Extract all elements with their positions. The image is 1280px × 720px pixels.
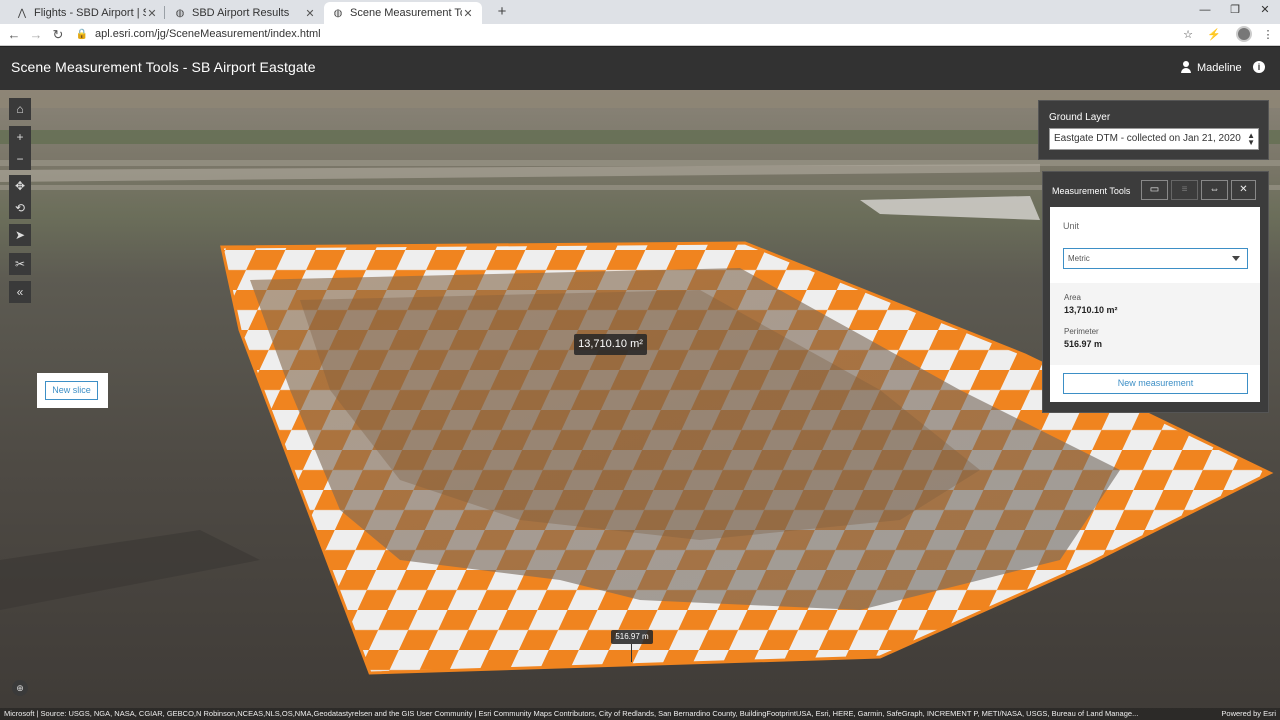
zoom-out-button[interactable]: − <box>9 148 31 170</box>
unit-value: Metric <box>1068 254 1090 263</box>
perimeter-value: 516.97 m <box>1064 339 1103 349</box>
powered-by-esri[interactable]: Powered by Esri <box>1221 708 1276 720</box>
reload-button[interactable]: ↻ <box>49 26 67 44</box>
tab-label: Flights - SBD Airport | Site Scan <box>34 7 146 19</box>
navigation-toggle-icon[interactable]: ⊕ <box>12 680 28 696</box>
area-label: 13,710.10 m² <box>574 334 647 355</box>
url-field[interactable]: apl.esri.com/jg/SceneMeasurement/index.h… <box>95 28 321 40</box>
home-button[interactable]: ⌂ <box>9 98 31 120</box>
maximize-button[interactable]: ❐ <box>1220 0 1250 22</box>
chevron-down-icon <box>1232 256 1240 261</box>
slice-tool-button[interactable]: ✂ <box>9 253 31 275</box>
measurement-tools-label: Measurement Tools <box>1052 186 1131 196</box>
select-arrows-icon: ▲ ▼ <box>1247 131 1255 147</box>
attribution: Microsoft | Source: USGS, NGA, NASA, CGI… <box>0 708 1280 720</box>
page-title: Scene Measurement Tools - SB Airport Eas… <box>11 59 316 75</box>
bookmark-star-icon[interactable]: ☆ <box>1180 27 1196 43</box>
forward-button[interactable]: → <box>27 26 45 44</box>
measurement-body: Unit Metric Area 13,710.10 m² Perimeter … <box>1050 207 1260 402</box>
collapse-icon[interactable]: « <box>9 281 31 303</box>
slice-popup: New slice <box>37 373 108 408</box>
browser-tab-bar: ⋀ Flights - SBD Airport | Site Scan ✕ ◍ … <box>0 0 1280 24</box>
area-key: Area <box>1064 293 1081 302</box>
direct-line-button[interactable]: ⇔ <box>1201 180 1228 200</box>
perimeter-leader-line <box>631 644 632 662</box>
browser-tab-flights[interactable]: ⋀ Flights - SBD Airport | Site Scan ✕ <box>8 2 166 24</box>
browser-menu-icon[interactable]: ⋮ <box>1260 27 1276 43</box>
perimeter-label: 516.97 m <box>611 630 653 644</box>
minimize-button[interactable]: — <box>1190 0 1220 22</box>
zoom-in-button[interactable]: + <box>9 126 31 148</box>
app-header: Scene Measurement Tools - SB Airport Eas… <box>0 47 1280 90</box>
globe-icon: ◍ <box>175 7 185 19</box>
profile-avatar[interactable] <box>1236 26 1252 42</box>
lock-icon[interactable]: 🔒 <box>73 26 91 44</box>
ground-layer-select[interactable]: Eastgate DTM - collected on Jan 21, 2020… <box>1049 128 1259 150</box>
extension-icon[interactable]: ⚡ <box>1206 27 1222 43</box>
close-window-button[interactable]: ✕ <box>1250 0 1280 22</box>
globe-icon: ◍ <box>333 7 343 19</box>
close-icon[interactable]: ✕ <box>1231 180 1256 200</box>
close-icon[interactable]: ✕ <box>146 7 158 20</box>
tab-label: Scene Measurement Tools - SB A <box>350 7 462 19</box>
address-bar: ← → ↻ 🔒 apl.esri.com/jg/SceneMeasurement… <box>0 24 1280 46</box>
info-icon[interactable]: i <box>1253 61 1265 73</box>
close-icon[interactable]: ✕ <box>462 7 474 20</box>
ground-layer-value: Eastgate DTM - collected on Jan 21, 2020 <box>1054 133 1241 144</box>
distance-measure-button[interactable]: ≡ <box>1171 180 1198 200</box>
new-measurement-button[interactable]: New measurement <box>1063 373 1248 394</box>
new-tab-button[interactable]: + <box>492 3 512 21</box>
pan-button[interactable]: ✥ <box>9 175 31 197</box>
close-icon[interactable]: ✕ <box>304 7 316 20</box>
rotate-button[interactable]: ⟲ <box>9 197 31 219</box>
area-value: 13,710.10 m² <box>1064 305 1118 315</box>
tab-label: SBD Airport Results <box>192 7 290 19</box>
site-scan-icon: ⋀ <box>17 7 27 19</box>
measurement-results: Area 13,710.10 m² Perimeter 516.97 m <box>1050 283 1260 365</box>
perimeter-key: Perimeter <box>1064 327 1099 336</box>
user-icon[interactable] <box>1180 61 1192 75</box>
ground-layer-label: Ground Layer <box>1049 112 1111 123</box>
user-name[interactable]: Madeline <box>1197 62 1242 74</box>
back-button[interactable]: ← <box>5 26 23 44</box>
unit-label: Unit <box>1063 221 1080 231</box>
new-slice-button[interactable]: New slice <box>45 381 98 400</box>
measurement-tools-panel: Measurement Tools ▭ ≡ ⇔ ✕ Unit Metric Ar… <box>1042 171 1269 413</box>
compass-icon[interactable]: ➤ <box>9 224 31 246</box>
ground-layer-panel: Ground Layer Eastgate DTM - collected on… <box>1038 100 1269 160</box>
browser-tab-scene-measurement[interactable]: ◍ Scene Measurement Tools - SB A ✕ <box>324 2 482 24</box>
tab-divider <box>164 6 165 19</box>
area-measure-button[interactable]: ▭ <box>1141 180 1168 200</box>
unit-select[interactable]: Metric <box>1063 248 1248 269</box>
browser-tab-results[interactable]: ◍ SBD Airport Results ✕ <box>166 2 324 24</box>
